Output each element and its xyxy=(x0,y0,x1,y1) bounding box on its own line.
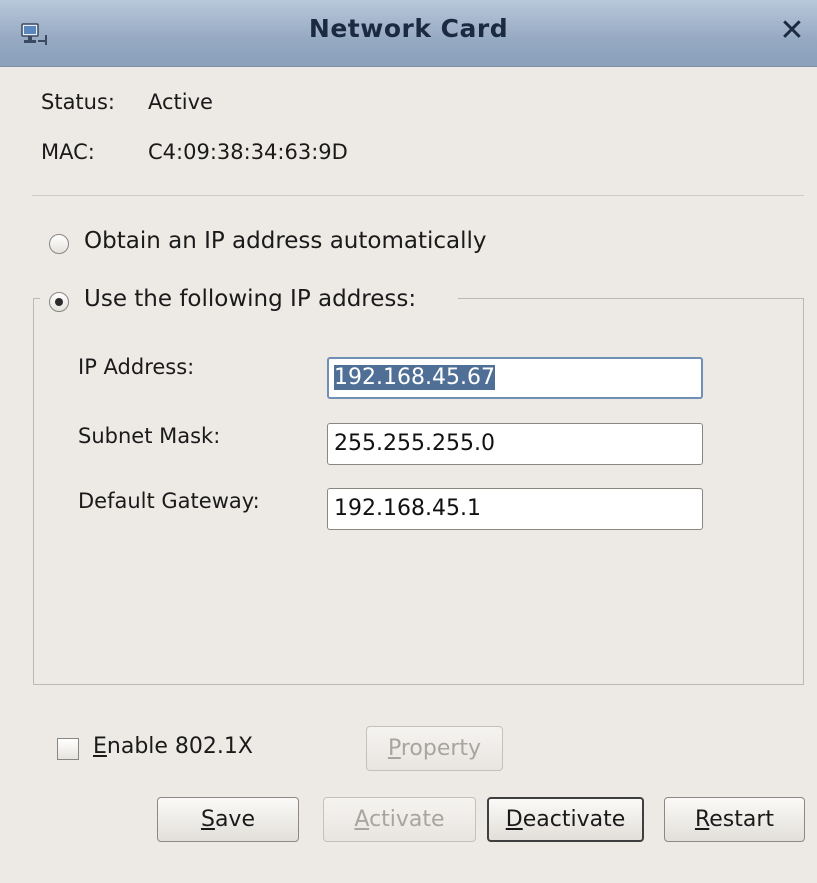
status-label: Status: xyxy=(41,90,115,114)
subnet-mask-label: Subnet Mask: xyxy=(78,424,221,448)
close-icon[interactable]: ✕ xyxy=(775,12,809,50)
radio-obtain-automatically-label[interactable]: Obtain an IP address automatically xyxy=(84,228,487,254)
default-gateway-label: Default Gateway: xyxy=(78,489,260,513)
activate-button[interactable]: Activate xyxy=(323,797,476,842)
restart-button[interactable]: Restart xyxy=(664,797,805,842)
subnet-mask-input[interactable]: 255.255.255.0 xyxy=(327,423,703,465)
radio-use-following[interactable] xyxy=(49,292,69,312)
enable-8021x-checkbox[interactable] xyxy=(57,738,79,760)
status-value: Active xyxy=(148,90,213,114)
default-gateway-input[interactable]: 192.168.45.1 xyxy=(327,488,703,530)
radio-obtain-automatically[interactable] xyxy=(49,234,69,254)
radio-selected-dot xyxy=(55,298,63,306)
radio-use-following-label[interactable]: Use the following IP address: xyxy=(84,286,416,312)
property-button[interactable]: Property xyxy=(366,726,503,771)
ip-address-value: 192.168.45.67 xyxy=(334,365,495,390)
save-button[interactable]: Save xyxy=(157,797,299,842)
mac-label: MAC: xyxy=(41,140,95,164)
enable-8021x-label[interactable]: Enable 802.1X xyxy=(93,734,253,759)
ip-address-label: IP Address: xyxy=(78,355,195,379)
separator xyxy=(32,195,804,196)
window-title: Network Card xyxy=(308,14,509,43)
title-bar[interactable]: Network Card ✕ xyxy=(0,0,817,67)
ip-address-input[interactable]: 192.168.45.67 xyxy=(327,357,703,399)
mac-value: C4:09:38:34:63:9D xyxy=(148,140,348,164)
deactivate-button[interactable]: Deactivate xyxy=(487,797,644,842)
